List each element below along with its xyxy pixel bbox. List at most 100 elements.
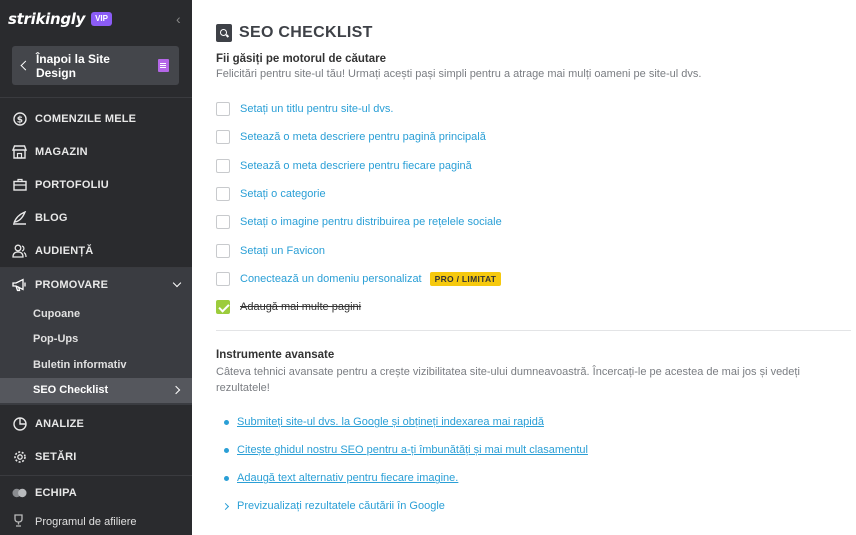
submenu-item-seo-checklist[interactable]: SEO Checklist [0, 377, 192, 403]
checklist-link[interactable]: Conectează un domeniu personalizat [240, 273, 422, 285]
bullet-icon [224, 475, 229, 481]
sidebar-nav-lower: ANALIZE SETĂRI [0, 407, 192, 473]
logo[interactable]: strikingly [8, 10, 85, 28]
team-icon [12, 485, 27, 500]
sidebar-nav: $ COMENZILE MELE MAGAZIN PORTOFOLIU BLOG… [0, 102, 192, 267]
checklist-item: Setați un Favicon [216, 236, 856, 264]
sidebar-nav-promovare: PROMOVARE [0, 268, 192, 301]
advanced-tools-description: Câteva tehnici avansate pentru a crește … [216, 366, 800, 395]
google-preview-toggle[interactable]: Previzualizați rezultatele căutării în G… [216, 492, 856, 520]
section-divider [216, 330, 851, 332]
checkbox-checked[interactable] [216, 300, 230, 315]
checkbox[interactable] [216, 271, 230, 286]
checklist-item: Setați un titlu pentru site-ul dvs. [216, 95, 856, 123]
vip-badge: VIP [91, 12, 112, 26]
sidebar-item-blog[interactable]: BLOG [0, 201, 192, 234]
briefcase-icon [12, 177, 27, 192]
checklist-item: Conectează un domeniu personalizat PRO /… [216, 265, 856, 293]
bullet-icon [224, 419, 229, 425]
checkbox[interactable] [216, 187, 230, 202]
seo-search-icon [216, 24, 232, 42]
checklist-item: Setează o meta descriere pentru fiecare … [216, 152, 856, 180]
section-heading: Fii găsiți pe motorul de căutare [216, 53, 386, 65]
sidebar-item-label: MAGAZIN [35, 145, 88, 158]
bullet-icon [224, 447, 229, 453]
sidebar: strikingly VIP ‹ Înapoi la Site Design $… [0, 0, 192, 535]
sidebar-item-label: PORTOFOLIU [35, 178, 109, 191]
affiliate-label: Programul de afiliere [35, 515, 137, 528]
sidebar-item-audienta[interactable]: AUDIENȚĂ [0, 234, 192, 267]
megaphone-icon [12, 277, 27, 292]
back-to-site-design-button[interactable]: Înapoi la Site Design [12, 46, 179, 85]
tool-item: Adaugă text alternativ pentru fiecare im… [216, 464, 856, 492]
checkbox[interactable] [216, 102, 230, 117]
submenu-item-cupoane[interactable]: Cupoane [0, 301, 192, 327]
people-icon [12, 243, 27, 258]
sidebar-item-label: BLOG [35, 211, 68, 224]
section-description: Felicitări pentru site-ul tău! Urmați ac… [216, 68, 702, 80]
checklist-link[interactable]: Setează o meta descriere pentru pagină p… [240, 131, 486, 143]
tool-link[interactable]: Adaugă text alternativ pentru fiecare im… [237, 472, 458, 484]
tool-link[interactable]: Citește ghidul nostru SEO pentru a-ți îm… [237, 444, 588, 456]
checklist-link[interactable]: Setați un titlu pentru site-ul dvs. [240, 103, 393, 115]
advanced-tools-heading: Instrumente avansate [216, 349, 335, 362]
checklist-link[interactable]: Setați o imagine pentru distribuirea pe … [240, 216, 502, 228]
chevron-right-icon [221, 502, 230, 510]
pro-limited-badge: PRO / LIMITAT [429, 271, 502, 286]
checklist-item: Adaugă mai multe pagini [216, 293, 856, 321]
checklist-item: Setează o meta descriere pentru pagină p… [216, 123, 856, 151]
sidebar-item-promovare[interactable]: PROMOVARE [0, 268, 192, 301]
pie-chart-icon [12, 416, 27, 431]
submenu-item-pop-ups[interactable]: Pop-Ups [0, 327, 192, 353]
sidebar-item-label: COMENZILE MELE [35, 112, 137, 125]
collapse-sidebar-icon[interactable]: ‹ [176, 12, 186, 26]
sidebar-item-label: AUDIENȚĂ [35, 244, 94, 257]
gear-icon [12, 449, 27, 464]
tool-item: Submiteți site-ul dvs. la Google și obți… [216, 408, 856, 436]
main-content: SEO CHECKLIST Fii găsiți pe motorul de c… [192, 0, 856, 535]
tool-item: Citește ghidul nostru SEO pentru a-ți îm… [216, 436, 856, 464]
promovare-submenu: Cupoane Pop-Ups Buletin informativ SEO C… [0, 301, 192, 405]
sidebar-item-label: SETĂRI [35, 450, 77, 463]
google-preview-label: Previzualizați rezultatele căutării în G… [237, 500, 445, 513]
checklist-item: Setați o categorie [216, 180, 856, 208]
sidebar-item-label: ANALIZE [35, 417, 85, 430]
page-header: SEO CHECKLIST [216, 22, 856, 44]
chevron-down-icon [172, 278, 182, 288]
advanced-tools-list: Submiteți site-ul dvs. la Google și obți… [216, 408, 856, 520]
checklist-completed-label: Adaugă mai multe pagini [240, 301, 362, 314]
sidebar-item-portofoliu[interactable]: PORTOFOLIU [0, 168, 192, 201]
sidebar-item-affiliate[interactable]: Programul de afiliere [0, 508, 192, 535]
checklist-link[interactable]: Setați o categorie [240, 188, 326, 200]
submenu-item-label: SEO Checklist [33, 384, 109, 397]
checklist-link[interactable]: Setează o meta descriere pentru fiecare … [240, 160, 472, 172]
app: strikingly VIP ‹ Înapoi la Site Design $… [0, 0, 856, 535]
svg-text:$: $ [16, 115, 22, 125]
sidebar-item-analize[interactable]: ANALIZE [0, 407, 192, 440]
checklist-link[interactable]: Setați un Favicon [240, 245, 325, 257]
dollar-circle-icon: $ [12, 111, 27, 126]
trophy-icon [12, 514, 27, 529]
page-title: SEO CHECKLIST [239, 24, 373, 41]
brand: strikingly VIP ‹ [0, 0, 192, 38]
sidebar-item-comenzile-mele[interactable]: $ COMENZILE MELE [0, 102, 192, 135]
checkbox[interactable] [216, 243, 230, 258]
document-icon [158, 59, 169, 72]
store-icon [12, 144, 27, 159]
pen-icon [12, 210, 27, 225]
sidebar-item-echipa[interactable]: ECHIPA [0, 476, 192, 509]
chevron-right-icon [171, 385, 181, 394]
submenu-item-buletin-informativ[interactable]: Buletin informativ [0, 352, 192, 378]
sidebar-item-magazin[interactable]: MAGAZIN [0, 135, 192, 168]
sidebar-item-label: ECHIPA [35, 486, 77, 499]
chevron-left-icon [20, 60, 31, 71]
tool-link[interactable]: Submiteți site-ul dvs. la Google și obți… [237, 416, 544, 428]
checkbox[interactable] [216, 215, 230, 230]
checkbox[interactable] [216, 130, 230, 145]
back-button-label: Înapoi la Site Design [35, 51, 110, 80]
sidebar-nav-team: ECHIPA [0, 476, 192, 509]
sidebar-item-label: PROMOVARE [35, 278, 109, 291]
sidebar-item-setari[interactable]: SETĂRI [0, 440, 192, 473]
sidebar-divider [0, 97, 192, 98]
checkbox[interactable] [216, 158, 230, 173]
